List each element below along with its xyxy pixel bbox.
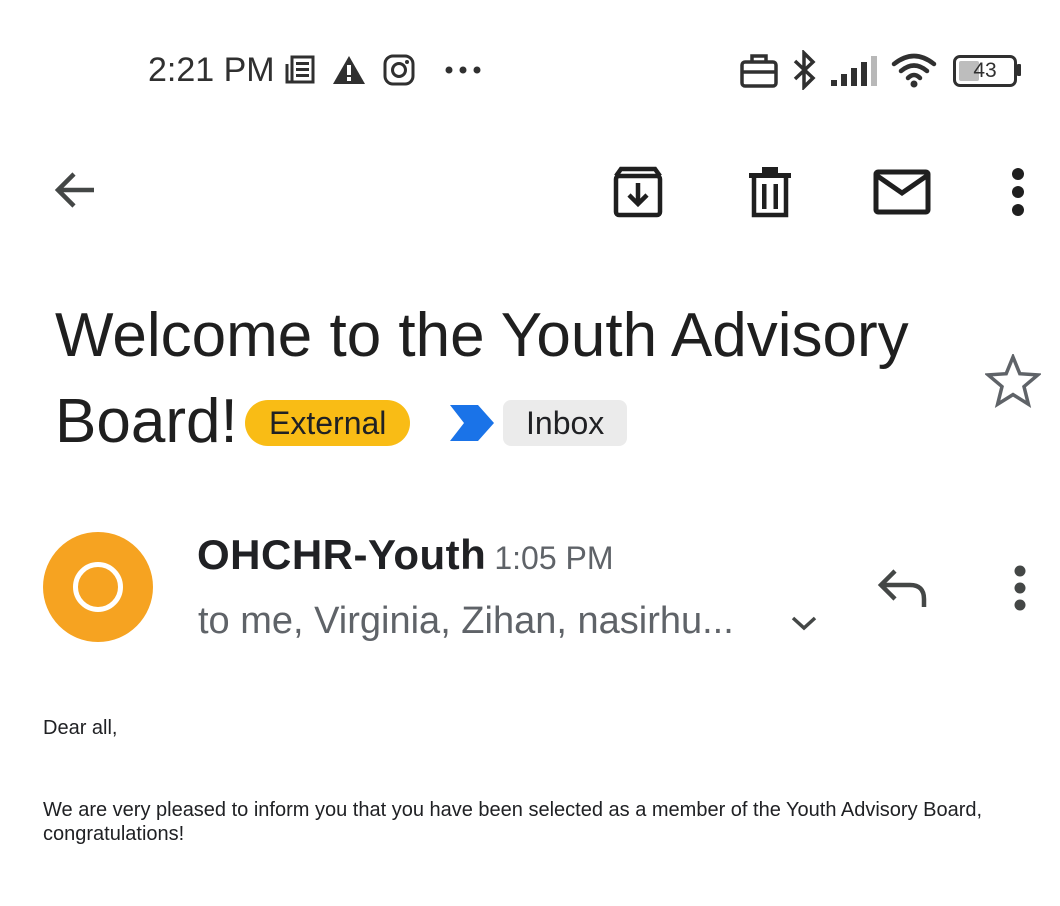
alert-icon (333, 56, 365, 84)
star-button[interactable] (982, 350, 1044, 412)
reply-icon (877, 569, 927, 607)
external-label: External (245, 400, 411, 446)
signal-icon (831, 56, 877, 86)
mark-unread-button[interactable] (868, 160, 936, 224)
recipients[interactable]: to me, Virginia, Zihan, nasirhu... (198, 596, 734, 646)
back-arrow-icon (54, 172, 94, 208)
star-icon (985, 354, 1041, 408)
reply-button[interactable] (870, 560, 936, 616)
message-more-button[interactable] (1000, 560, 1040, 616)
instagram-icon (383, 54, 415, 86)
bluetooth-icon (793, 50, 816, 90)
back-button[interactable] (44, 160, 104, 220)
chevron-down-icon (791, 616, 817, 631)
work-profile-icon (740, 54, 778, 88)
email-subject-continued: Board! (55, 387, 238, 456)
sender-avatar[interactable] (43, 532, 153, 642)
body-greeting: Dear all, (43, 717, 118, 739)
avatar-ring-icon (73, 562, 123, 612)
battery-level: 43 (973, 59, 997, 82)
sender-name: OHCHR-Youth (197, 531, 487, 578)
delete-button[interactable] (740, 160, 800, 224)
news-icon (285, 55, 315, 84)
recipients-expand-button[interactable] (784, 603, 824, 643)
email-time: 1:05 PM (494, 540, 614, 576)
body-paragraph: We are very pleased to inform you that y… (43, 799, 983, 845)
battery-icon: 43 (953, 55, 1021, 87)
more-dots-icon (445, 66, 481, 74)
more-vert-icon (1014, 565, 1026, 611)
wifi-icon (891, 53, 937, 88)
status-time: 2:21 PM (148, 51, 275, 89)
delete-icon (749, 167, 791, 218)
archive-icon (613, 166, 663, 218)
importance-marker-icon (450, 405, 494, 441)
archive-button[interactable] (606, 160, 670, 224)
sender-line: OHCHR-Youth 1:05 PM (197, 530, 614, 583)
mark-unread-icon (873, 169, 931, 215)
inbox-label[interactable]: Inbox (503, 400, 628, 446)
more-options-button[interactable] (998, 160, 1038, 224)
more-vert-icon (1012, 168, 1024, 216)
email-subject: Welcome to the Youth Advisory (55, 301, 909, 370)
